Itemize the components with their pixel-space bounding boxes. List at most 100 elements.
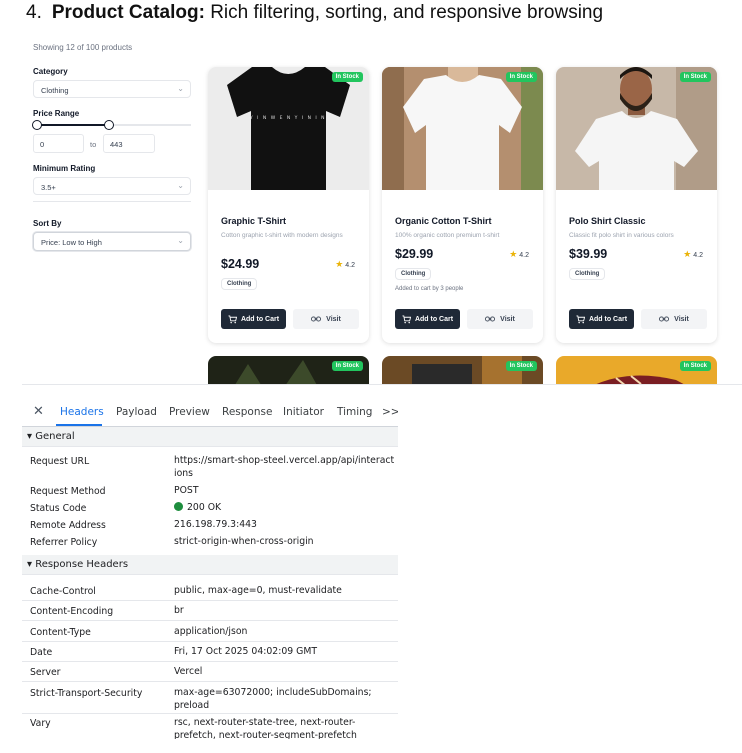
visit-button[interactable]: Visit bbox=[641, 309, 707, 329]
sort-by-select[interactable]: Price: Low to High ⌄ bbox=[33, 232, 191, 251]
header-key: Server bbox=[30, 667, 61, 678]
price-range-slider[interactable] bbox=[32, 120, 191, 130]
row-divider bbox=[22, 661, 398, 662]
header-key: Vary bbox=[30, 718, 51, 729]
price-to-label: to bbox=[90, 140, 97, 149]
link-icon bbox=[659, 316, 670, 322]
product-name[interactable]: Organic Cotton T-Shirt bbox=[395, 216, 492, 226]
cart-icon bbox=[228, 314, 237, 323]
stock-badge: In Stock bbox=[679, 361, 711, 371]
star-icon: ★ bbox=[509, 249, 518, 259]
minimum-rating-select[interactable]: 3.5+ ⌄ bbox=[33, 177, 191, 195]
product-description: Classic fit polo shirt in various colors bbox=[569, 232, 674, 239]
visit-button[interactable]: Visit bbox=[293, 309, 359, 329]
product-description: 100% organic cotton premium t-shirt bbox=[395, 232, 500, 239]
add-to-cart-label: Add to Cart bbox=[414, 315, 454, 323]
product-card[interactable]: Y I N W E N Y I N I N In Stock Graphic T… bbox=[208, 67, 369, 343]
tab-initiator[interactable]: Initiator bbox=[283, 406, 324, 418]
star-icon: ★ bbox=[335, 259, 344, 269]
add-to-cart-button[interactable]: Add to Cart bbox=[395, 309, 460, 329]
header-value: Fri, 17 Oct 2025 04:02:09 GMT bbox=[174, 646, 318, 657]
chevron-down-icon: ⌄ bbox=[177, 236, 184, 245]
close-icon[interactable]: ✕ bbox=[33, 404, 44, 419]
category-tag: Clothing bbox=[221, 278, 258, 290]
svg-text:Y I N W E N Y I N I N: Y I N W E N Y I N I N bbox=[249, 115, 326, 121]
minimum-rating-label: Minimum Rating bbox=[33, 164, 96, 173]
heading-title: Product Catalog: bbox=[51, 2, 205, 23]
tab-timing[interactable]: Timing bbox=[337, 406, 372, 418]
header-key: Referrer Policy bbox=[30, 537, 98, 548]
product-image: Y I N W E N Y I N I N In Stock bbox=[208, 67, 369, 190]
stock-badge: In Stock bbox=[505, 72, 537, 82]
tab-payload[interactable]: Payload bbox=[116, 406, 157, 418]
filter-divider bbox=[33, 201, 191, 202]
add-to-cart-button[interactable]: Add to Cart bbox=[221, 309, 286, 329]
heading-number: 4. bbox=[26, 2, 42, 23]
stock-badge: In Stock bbox=[331, 361, 363, 371]
product-card-partial[interactable]: In Stock bbox=[556, 356, 717, 384]
price-min-input[interactable]: 0 bbox=[33, 134, 84, 153]
product-name[interactable]: Graphic T-Shirt bbox=[221, 216, 286, 226]
add-to-cart-label: Add to Cart bbox=[588, 315, 628, 323]
header-value: max-age=63072000; includeSubDomains; pre… bbox=[174, 687, 372, 711]
devtools-network-panel: ✕ Headers Payload Preview Response Initi… bbox=[22, 399, 398, 739]
visit-label: Visit bbox=[674, 315, 689, 323]
category-tag: Clothing bbox=[395, 268, 432, 280]
remote-address-value: 216.198.79.3:443 bbox=[174, 519, 257, 530]
devtools-tab-bar: ✕ Headers Payload Preview Response Initi… bbox=[22, 399, 398, 427]
more-tabs-icon[interactable]: >> bbox=[382, 406, 398, 418]
price-max-handle[interactable] bbox=[104, 120, 115, 130]
product-price: $24.99 bbox=[221, 257, 260, 271]
price-range-label: Price Range bbox=[33, 109, 80, 118]
add-to-cart-label: Add to Cart bbox=[240, 315, 280, 323]
tab-response[interactable]: Response bbox=[222, 406, 272, 418]
price-max-input[interactable]: 443 bbox=[103, 134, 155, 153]
price-min-handle[interactable] bbox=[32, 120, 42, 130]
stock-badge: In Stock bbox=[331, 72, 363, 82]
category-select[interactable]: Clothing ⌄ bbox=[33, 80, 191, 98]
product-rating: ★ 4.2 bbox=[683, 249, 703, 260]
product-catalog-screenshot: Showing 12 of 100 products Category Clot… bbox=[0, 36, 742, 384]
general-section-header[interactable]: ▾ General bbox=[22, 427, 398, 447]
chevron-down-icon: ⌄ bbox=[177, 181, 184, 190]
visit-button[interactable]: Visit bbox=[467, 309, 533, 329]
header-value: Vercel bbox=[174, 666, 203, 677]
star-icon: ★ bbox=[683, 249, 692, 259]
chevron-down-icon: ⌄ bbox=[177, 84, 184, 93]
header-value: br bbox=[174, 605, 184, 616]
results-count: Showing 12 of 100 products bbox=[33, 43, 133, 52]
link-icon bbox=[485, 316, 496, 322]
header-key: Strict-Transport-Security bbox=[30, 688, 143, 699]
product-card-partial[interactable]: In Stock bbox=[382, 356, 543, 384]
referrer-policy-value: strict-origin-when-cross-origin bbox=[174, 536, 314, 547]
product-image: In Stock bbox=[556, 67, 717, 190]
product-card[interactable]: In Stock Polo Shirt Classic Classic fit … bbox=[556, 67, 717, 343]
header-key: Date bbox=[30, 647, 53, 658]
header-value: public, max-age=0, must-revalidate bbox=[174, 585, 342, 596]
header-value: rsc, next-router-state-tree, next-router… bbox=[174, 717, 357, 739]
add-to-cart-button[interactable]: Add to Cart bbox=[569, 309, 634, 329]
product-card-partial[interactable]: In Stock bbox=[208, 356, 369, 384]
rating-value: 4.2 bbox=[693, 252, 703, 259]
header-key: Request URL bbox=[30, 456, 90, 467]
product-card[interactable]: In Stock Organic Cotton T-Shirt 100% org… bbox=[382, 67, 543, 343]
tab-preview[interactable]: Preview bbox=[169, 406, 210, 418]
product-price: $39.99 bbox=[569, 247, 608, 261]
rating-value: 4.2 bbox=[519, 252, 529, 259]
rating-value: 4.2 bbox=[345, 262, 355, 269]
header-key: Content-Type bbox=[30, 627, 91, 638]
tab-headers[interactable]: Headers bbox=[60, 406, 104, 418]
section-separator bbox=[22, 384, 742, 385]
stock-badge: In Stock bbox=[505, 361, 537, 371]
header-key: Cache-Control bbox=[30, 586, 96, 597]
header-key: Content-Encoding bbox=[30, 606, 114, 617]
row-divider bbox=[22, 713, 398, 714]
category-tag: Clothing bbox=[569, 268, 606, 280]
response-headers-section-header[interactable]: ▾ Response Headers bbox=[22, 555, 398, 575]
header-value: application/json bbox=[174, 626, 248, 637]
product-name[interactable]: Polo Shirt Classic bbox=[569, 216, 646, 226]
header-key: Status Code bbox=[30, 503, 87, 514]
sort-select-value: Price: Low to High bbox=[41, 238, 102, 247]
product-rating: ★ 4.2 bbox=[509, 249, 529, 260]
row-divider bbox=[22, 641, 398, 642]
